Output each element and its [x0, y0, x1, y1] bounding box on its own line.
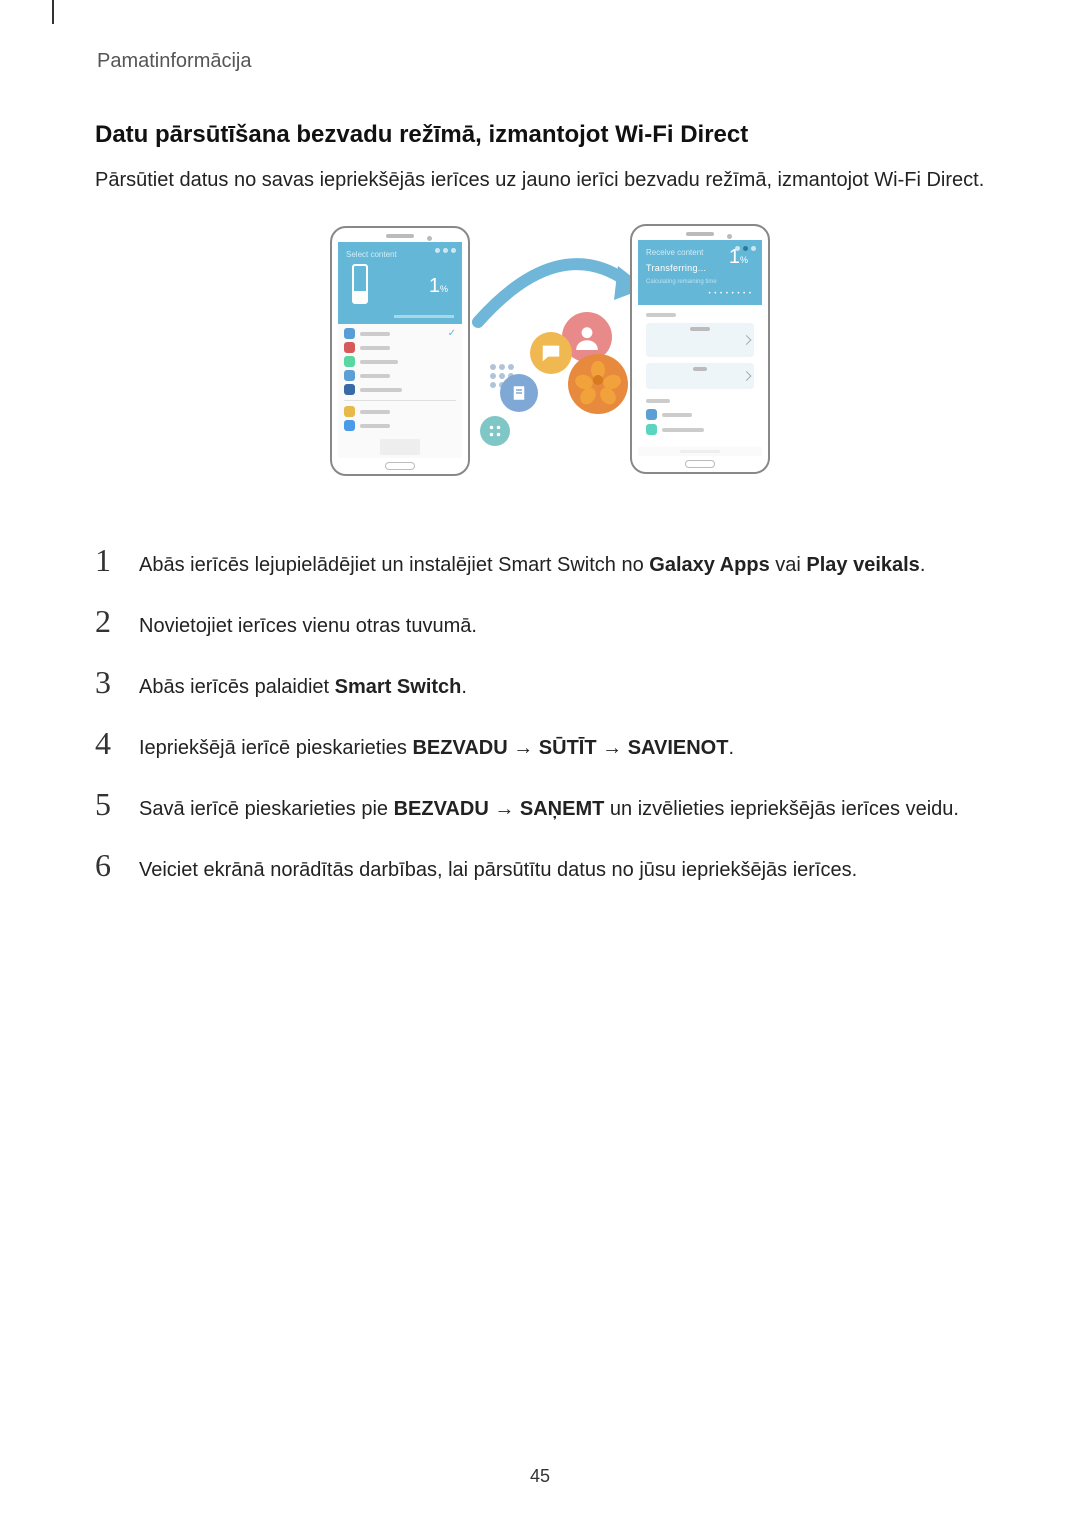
page-header: Pamatinformācija — [97, 50, 1005, 73]
step-item: 3 Abās ierīcēs palaidiet Smart Switch. — [95, 666, 1005, 701]
step-number: 3 — [95, 666, 121, 698]
step-text: Savā ierīcē pieskarieties pie BEZVADU → … — [139, 796, 959, 823]
step-text: Iepriekšējā ierīcē pieskarieties BEZVADU… — [139, 735, 734, 762]
left-phone-percent: 1 — [429, 275, 440, 297]
apps-icon — [480, 416, 510, 446]
top-margin-rule — [52, 0, 54, 24]
step-item: 5 Savā ierīcē pieskarieties pie BEZVADU →… — [95, 788, 1005, 823]
transfer-content-icons — [480, 324, 640, 464]
gallery-icon — [568, 354, 628, 414]
step-item: 4 Iepriekšējā ierīcē pieskarieties BEZVAD… — [95, 727, 1005, 762]
step-text: Veiciet ekrānā norādītās darbības, lai p… — [139, 857, 857, 884]
step-number: 2 — [95, 605, 121, 637]
message-icon — [530, 332, 572, 374]
step-text: Abās ierīcēs palaidiet Smart Switch. — [139, 674, 467, 701]
section-title: Datu pārsūtīšana bezvadu režīmā, izmanto… — [95, 121, 1005, 149]
transfer-arrow-icon — [468, 252, 648, 332]
step-item: 2 Novietojiet ierīces vienu otras tuvumā. — [95, 605, 1005, 640]
transfer-illustration: Select content 1% ✓ — [95, 224, 1005, 504]
right-phone-status: Transferring... — [646, 263, 706, 273]
step-item: 1 Abās ierīcēs lejupielādējiet un instalē… — [95, 544, 1005, 579]
step-number: 5 — [95, 788, 121, 820]
phone-left: Select content 1% ✓ — [330, 226, 470, 476]
document-icon — [500, 374, 538, 412]
step-number: 1 — [95, 544, 121, 576]
steps-list: 1 Abās ierīcēs lejupielādējiet un instalē… — [95, 544, 1005, 884]
step-number: 6 — [95, 849, 121, 881]
step-text: Abās ierīcēs lejupielādējiet un instalēj… — [139, 552, 925, 579]
step-text: Novietojiet ierīces vienu otras tuvumā. — [139, 613, 477, 640]
page-number: 45 — [0, 1466, 1080, 1487]
step-number: 4 — [95, 727, 121, 759]
phone-right: Receive content Transferring... Calculat… — [630, 224, 770, 474]
step-item: 6 Veiciet ekrānā norādītās darbības, lai … — [95, 849, 1005, 884]
intro-paragraph: Pārsūtiet datus no savas iepriekšējās ie… — [95, 167, 1005, 194]
